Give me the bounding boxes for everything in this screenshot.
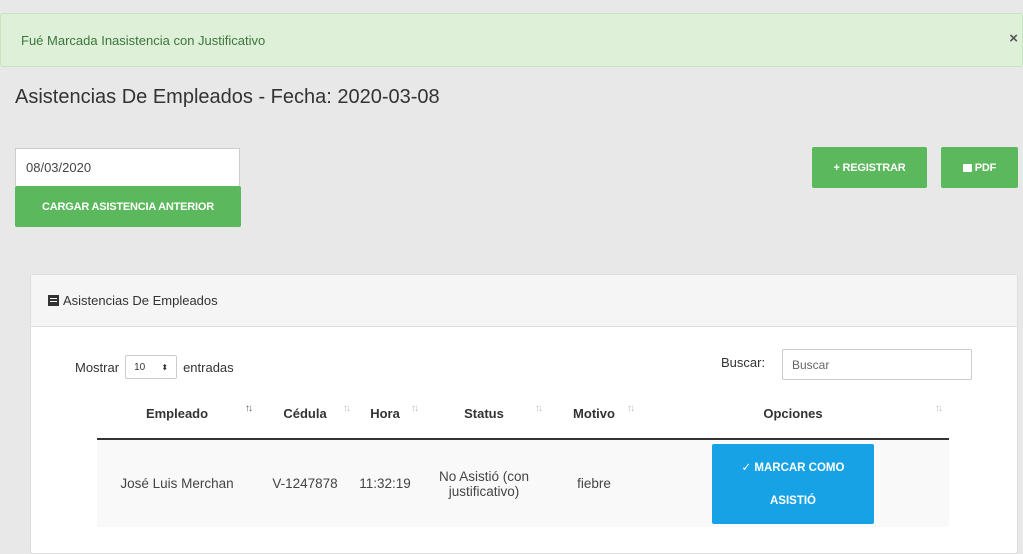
sort-icon: ↑↓ <box>343 403 351 414</box>
sort-icon: ↑↓ <box>935 403 943 414</box>
success-alert: Fué Marcada Inasistencia con Justificati… <box>0 13 1023 67</box>
sort-icon: ↑↓ <box>535 403 543 414</box>
entries-value: 10 <box>134 361 146 373</box>
page-title: Asistencias De Empleados - Fecha: 2020-0… <box>15 86 440 108</box>
table-header-row: Empleado ↑↓ Cédula ↑↓ Hora ↑↓ Status ↑↓ … <box>97 389 949 440</box>
table-icon <box>48 295 59 306</box>
column-header-status[interactable]: Status ↑↓ <box>417 389 551 440</box>
column-header-options[interactable]: Opciones ↑↓ <box>637 389 949 440</box>
column-header-reason[interactable]: Motivo ↑↓ <box>551 389 637 440</box>
sort-icon: ↑↓ <box>245 403 253 414</box>
show-label: Mostrar <box>75 359 120 375</box>
table-row: José Luis Merchan V-1247878 11:32:19 No … <box>97 439 949 527</box>
attendance-panel: Asistencias De Empleados Mostrar 10 ⬍ en… <box>30 274 1018 554</box>
search-label: Buscar: <box>721 355 766 370</box>
panel-title: Asistencias De Empleados <box>63 293 218 308</box>
cell-id: V-1247878 <box>257 439 353 527</box>
register-button[interactable]: + REGISTRAR <box>812 147 927 188</box>
column-header-employee[interactable]: Empleado ↑↓ <box>97 389 257 440</box>
pdf-button-label: PDF <box>974 161 997 174</box>
attendance-table: Empleado ↑↓ Cédula ↑↓ Hora ↑↓ Status ↑↓ … <box>97 389 949 527</box>
pdf-button[interactable]: PDF <box>941 147 1018 188</box>
entries-label: entradas <box>183 359 234 375</box>
close-icon[interactable]: × <box>1009 30 1018 47</box>
search-input[interactable]: Buscar <box>782 349 972 380</box>
sort-icon: ↑↓ <box>627 403 635 414</box>
panel-heading: Asistencias De Empleados <box>31 275 1017 327</box>
cell-reason: fiebre <box>551 439 637 527</box>
cell-options: ✓ MARCAR COMO ASISTIÓ <box>637 439 949 527</box>
column-header-id[interactable]: Cédula ↑↓ <box>257 389 353 440</box>
cell-time: 11:32:19 <box>353 439 417 527</box>
pdf-icon <box>962 163 972 172</box>
sort-arrows-icon: ⬍ <box>161 362 169 372</box>
cell-status: No Asistió (con justificativo) <box>417 439 551 527</box>
load-previous-attendance-button[interactable]: CARGAR ASISTENCIA ANTERIOR <box>15 186 241 227</box>
cell-employee: José Luis Merchan <box>97 439 257 527</box>
column-header-time[interactable]: Hora ↑↓ <box>353 389 419 440</box>
entries-select[interactable]: 10 ⬍ <box>125 355 178 379</box>
table-controls: Mostrar 10 ⬍ entradas Buscar: Buscar <box>31 349 1017 380</box>
entries-control: Mostrar 10 ⬍ entradas <box>75 355 234 379</box>
alert-message: Fué Marcada Inasistencia con Justificati… <box>21 32 266 48</box>
date-field[interactable]: 08/03/2020 <box>15 148 240 186</box>
mark-attended-button[interactable]: ✓ MARCAR COMO ASISTIÓ <box>712 443 874 524</box>
